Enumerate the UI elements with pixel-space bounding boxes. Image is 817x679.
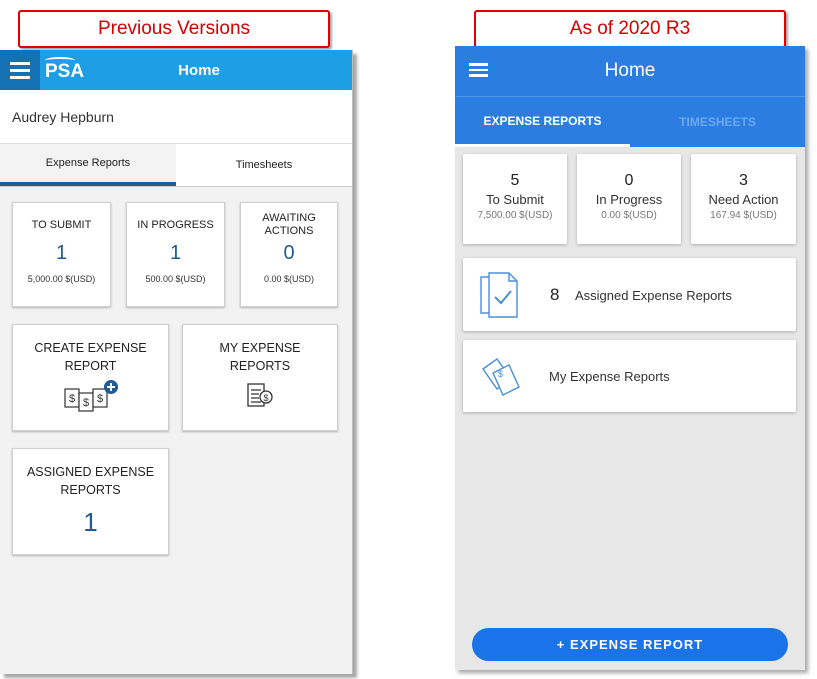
to-submit-card[interactable]: TO SUBMIT 1 5,000.00 $(USD): [12, 202, 111, 307]
in-progress-card[interactable]: 0 In Progress 0.00 $(USD): [577, 154, 681, 244]
app-header: Home: [455, 46, 805, 96]
stat-count: 0: [283, 242, 295, 264]
stat-label: Need Action: [708, 192, 779, 207]
my-expense-reports-card[interactable]: MY EXPENSE REPORTS $: [182, 324, 338, 431]
stat-amount: 167.94 $(USD): [710, 210, 777, 221]
svg-text:$: $: [96, 393, 102, 405]
assigned-count: 8: [550, 285, 560, 304]
stat-label: IN PROGRESS: [137, 219, 214, 231]
stat-amount: 0.00 $(USD): [601, 210, 657, 221]
awaiting-actions-card[interactable]: AWAITING ACTIONS 0 0.00 $(USD): [240, 202, 338, 307]
card-label: MY EXPENSE REPORTS: [219, 341, 301, 373]
tab-expense-reports[interactable]: Expense Reports: [0, 144, 176, 186]
svg-text:$: $: [263, 393, 268, 403]
my-expense-reports-label: My Expense Reports: [549, 369, 670, 384]
assigned-expense-reports-card[interactable]: 8 Assigned Expense Reports: [463, 258, 796, 331]
svg-text:$: $: [68, 393, 74, 405]
svg-text:$: $: [82, 397, 88, 409]
stat-amount: 0.00 $(USD): [263, 274, 315, 284]
stat-count: 1: [55, 242, 68, 264]
stat-label: In Progress: [595, 192, 663, 207]
previous-versions-callout: Previous Versions: [18, 10, 330, 48]
tab-bar: Expense Reports Timesheets: [0, 144, 352, 187]
stat-label: AWAITING ACTIONS: [262, 212, 316, 237]
create-expense-report-icon: $ $ $: [63, 380, 118, 412]
stat-count: 0: [624, 172, 634, 189]
assigned-count: 1: [83, 507, 98, 537]
stat-amount: 500.00 $(USD): [145, 274, 206, 284]
stat-count: 1: [169, 242, 182, 264]
assigned-expense-reports-card[interactable]: ASSIGNED EXPENSE REPORTS 1: [12, 448, 169, 555]
new-version-screen: Home EXPENSE REPORTS TIMESHEETS 5 To Sub…: [455, 46, 805, 670]
my-expense-reports-card[interactable]: $ My Expense Reports: [463, 340, 796, 412]
tab-timesheets[interactable]: TIMESHEETS: [630, 97, 805, 147]
in-progress-card[interactable]: IN PROGRESS 1 500.00 $(USD): [126, 202, 225, 307]
app-header: PSA Home: [0, 50, 352, 90]
stat-count: 3: [739, 172, 748, 189]
assigned-documents-icon: [480, 272, 518, 318]
expense-document-icon: $: [247, 383, 273, 407]
card-label: CREATE EXPENSE REPORT: [34, 341, 147, 373]
add-expense-report-button[interactable]: + EXPENSE REPORT: [472, 628, 788, 661]
assigned-label: Assigned Expense Reports: [575, 288, 732, 303]
stat-label: TO SUBMIT: [31, 219, 92, 231]
stat-amount: 7,500.00 $(USD): [477, 210, 553, 221]
page-title: Home: [604, 60, 656, 81]
page-title: Home: [178, 62, 220, 79]
user-name: Audrey Hepburn: [0, 90, 352, 144]
card-label: ASSIGNED EXPENSE REPORTS: [26, 465, 155, 497]
svg-text:$: $: [498, 369, 503, 379]
tab-expense-reports[interactable]: EXPENSE REPORTS: [455, 97, 630, 147]
expense-receipts-icon: $: [482, 358, 520, 396]
stat-label: To Submit: [486, 192, 544, 207]
to-submit-card[interactable]: 5 To Submit 7,500.00 $(USD): [463, 154, 567, 244]
as-of-2020-r3-callout: As of 2020 R3: [474, 10, 786, 48]
stat-count: 5: [510, 172, 520, 189]
create-expense-report-card[interactable]: CREATE EXPENSE REPORT $ $ $: [12, 324, 169, 431]
stat-amount: 5,000.00 $(USD): [27, 274, 96, 284]
tab-timesheets[interactable]: Timesheets: [176, 144, 352, 186]
previous-version-screen: PSA Home Audrey Hepburn Expense Reports …: [0, 50, 353, 674]
need-action-card[interactable]: 3 Need Action 167.94 $(USD): [691, 154, 796, 244]
tab-bar: EXPENSE REPORTS TIMESHEETS: [455, 96, 805, 147]
